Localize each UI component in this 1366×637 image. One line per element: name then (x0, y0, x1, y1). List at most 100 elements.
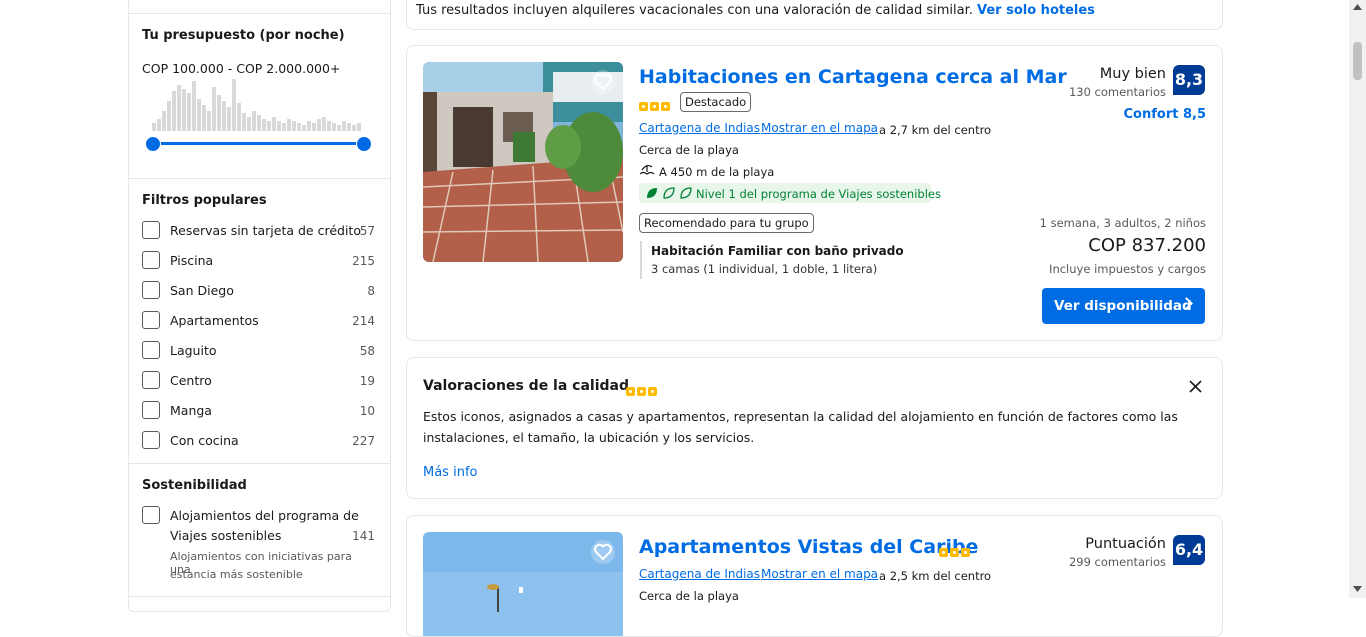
star-icon (639, 102, 648, 111)
featured-badge: Destacado (680, 92, 752, 112)
property-photo[interactable] (423, 62, 623, 262)
histogram-bar (232, 79, 236, 131)
histogram-bar (352, 125, 356, 131)
filter-count: 214 (352, 314, 375, 328)
property-card: Apartamentos Vistas del Caribe Cartagena… (406, 515, 1223, 637)
star-icon (626, 387, 635, 396)
filter-item[interactable]: Manga 10 (142, 401, 375, 423)
budget-min-handle[interactable] (145, 136, 161, 152)
filter-sustainable-travel[interactable]: Alojamientos del programa de Viajes sost… (142, 506, 375, 581)
quality-description-line1: Estos iconos, asignados a casas y aparta… (423, 409, 1178, 424)
histogram-bar (182, 89, 186, 131)
histogram-bar (357, 123, 361, 131)
filter-item[interactable]: Centro 19 (142, 371, 375, 393)
histogram-bar (297, 123, 301, 131)
room-divider (640, 241, 642, 279)
property-photo[interactable] (423, 532, 623, 636)
checkbox[interactable] (142, 221, 160, 239)
star-icon (661, 102, 670, 111)
beach-distance: A 450 m de la playa (659, 165, 775, 179)
stay-details: 1 semana, 3 adultos, 2 niños (1039, 216, 1206, 230)
filter-item[interactable]: Reservas sin tarjeta de crédito 57 (142, 221, 375, 243)
star-icon (648, 387, 657, 396)
more-info-link[interactable]: Más info (423, 465, 477, 480)
histogram-bar (317, 119, 321, 131)
property-name[interactable]: Apartamentos Vistas del Caribe (639, 536, 978, 558)
comfort-score[interactable]: Confort 8,5 (1124, 107, 1207, 122)
star-icon (650, 102, 659, 111)
filter-item[interactable]: Apartamentos 214 (142, 311, 375, 333)
quality-title: Valoraciones de la calidad (423, 378, 630, 394)
histogram-bar (172, 91, 176, 131)
scrollbar-thumb[interactable] (1353, 42, 1362, 80)
banner-message: Tus resultados incluyen alquileres vacac… (416, 3, 973, 18)
histogram-bar (262, 119, 266, 131)
histogram-bar (202, 105, 206, 131)
beach-proximity: Cerca de la playa (639, 589, 739, 603)
histogram-bar (287, 119, 291, 131)
histogram-bar (277, 121, 281, 131)
checkbox[interactable] (142, 431, 160, 449)
leaf-icon (680, 187, 692, 199)
checkbox[interactable] (142, 401, 160, 419)
filter-label: Con cocina (170, 433, 239, 448)
checkbox[interactable] (142, 251, 160, 269)
city-link[interactable]: Cartagena de Indias (639, 567, 760, 581)
histogram-bar (247, 117, 251, 131)
filter-item[interactable]: Laguito 58 (142, 341, 375, 363)
recommended-badge: Recomendado para tu grupo (639, 213, 814, 233)
divider (129, 13, 390, 14)
filter-label: Laguito (170, 343, 217, 358)
hotels-only-link[interactable]: Ver solo hoteles (977, 3, 1095, 18)
property-name[interactable]: Habitaciones en Cartagena cerca al Mar (639, 66, 1067, 88)
histogram-bar (257, 115, 261, 131)
histogram-bar (197, 99, 201, 131)
filter-description-line2: estancia más sostenible (170, 568, 303, 581)
review-score[interactable]: 8,3 (1173, 65, 1205, 95)
heart-icon[interactable] (591, 540, 615, 564)
filter-count: 19 (359, 374, 375, 388)
show-on-map-link[interactable]: Mostrar en el mapa (761, 121, 878, 135)
filter-count: 10 (359, 404, 375, 418)
page-scrollbar[interactable] (1349, 0, 1366, 598)
filter-item[interactable]: Piscina 215 (142, 251, 375, 273)
filter-label: Apartamentos (170, 313, 259, 328)
histogram-bar (307, 121, 311, 131)
filter-label-line2: Viajes sostenibles (170, 528, 282, 543)
histogram-bar (327, 121, 331, 131)
close-icon[interactable] (1189, 380, 1202, 393)
star-icon (961, 548, 970, 557)
heart-icon[interactable] (591, 70, 615, 94)
filter-count: 8 (367, 284, 375, 298)
distance-from-center: a 2,7 km del centro (879, 123, 991, 137)
budget-max-handle[interactable] (356, 136, 372, 152)
price-histogram (152, 79, 362, 131)
see-availability-button[interactable]: Ver disponibilidad (1042, 288, 1205, 324)
checkbox[interactable] (142, 506, 160, 524)
scroll-down-arrow-icon[interactable] (1353, 586, 1362, 592)
popular-filters-title: Filtros populares (142, 193, 267, 208)
histogram-bar (157, 119, 161, 131)
histogram-bar (217, 95, 221, 131)
banner-text: Tus resultados incluyen alquileres vacac… (416, 3, 1095, 18)
histogram-bar (167, 101, 171, 131)
checkbox[interactable] (142, 341, 160, 359)
review-score[interactable]: 6,4 (1173, 535, 1205, 565)
filters-sidebar: Tu presupuesto (por noche) COP 100.000 -… (128, 0, 391, 612)
scroll-up-arrow-icon[interactable] (1353, 4, 1362, 10)
filter-item[interactable]: San Diego 8 (142, 281, 375, 303)
histogram-bar (292, 121, 296, 131)
star-icon (637, 387, 646, 396)
beach-icon (639, 164, 655, 175)
city-link[interactable]: Cartagena de Indias (639, 121, 760, 135)
checkbox[interactable] (142, 371, 160, 389)
filter-item[interactable]: Con cocina 227 (142, 431, 375, 453)
checkbox[interactable] (142, 311, 160, 329)
results-info-banner: Tus resultados incluyen alquileres vacac… (406, 0, 1223, 30)
filter-count: 57 (359, 224, 375, 238)
checkbox[interactable] (142, 281, 160, 299)
filter-label: Piscina (170, 253, 214, 268)
show-on-map-link[interactable]: Mostrar en el mapa (761, 567, 878, 581)
review-score-word: Puntuación (1085, 536, 1166, 552)
budget-slider-track[interactable] (152, 142, 363, 145)
